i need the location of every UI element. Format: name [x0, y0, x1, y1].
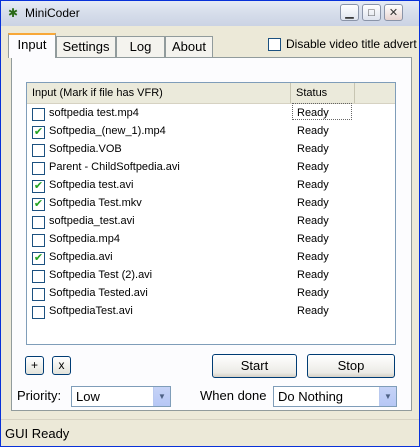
- status-bar: GUI Ready: [1, 419, 419, 447]
- vfr-checkbox[interactable]: [32, 144, 45, 157]
- list-item[interactable]: Softpedia.mp4 Ready: [27, 231, 395, 249]
- priority-value: Low: [76, 389, 100, 404]
- file-status: Ready: [297, 251, 329, 263]
- chevron-down-icon[interactable]: ▼: [153, 387, 170, 406]
- focus-rectangle: [292, 103, 352, 120]
- column-input[interactable]: Input (Mark if file has VFR): [27, 83, 291, 103]
- vfr-checkbox[interactable]: [32, 162, 45, 175]
- minimize-button[interactable]: ▁: [340, 4, 359, 21]
- add-file-button[interactable]: +: [25, 356, 44, 375]
- vfr-checkbox[interactable]: [32, 108, 45, 121]
- file-status: Ready: [297, 269, 329, 281]
- checkmark-icon: ✔: [33, 126, 44, 138]
- start-button[interactable]: Start: [212, 354, 297, 378]
- file-name: softpedia_test.avi: [49, 215, 135, 227]
- list-item[interactable]: ✔ Softpedia.avi Ready: [27, 249, 395, 267]
- file-name: Softpedia test.avi: [49, 179, 134, 191]
- disable-advert-label: Disable video title advert: [286, 37, 417, 51]
- vfr-checkbox[interactable]: [32, 306, 45, 319]
- stop-button[interactable]: Stop: [307, 354, 395, 378]
- file-name: Softpedia Test.mkv: [49, 197, 142, 209]
- tab-input[interactable]: Input: [8, 33, 56, 58]
- column-status[interactable]: Status: [291, 83, 355, 103]
- file-name: softpedia test.mp4: [49, 107, 139, 119]
- list-item[interactable]: Softpedia Test (2).avi Ready: [27, 267, 395, 285]
- file-name: Softpedia.VOB: [49, 143, 122, 155]
- file-name: Softpedia Tested.avi: [49, 287, 148, 299]
- vfr-checkbox[interactable]: [32, 216, 45, 229]
- file-name: SoftpediaTest.avi: [49, 305, 133, 317]
- window-title: MiniCoder: [25, 6, 80, 20]
- tab-log[interactable]: Log: [116, 36, 165, 57]
- tab-about[interactable]: About: [165, 36, 213, 57]
- file-status: Ready: [297, 179, 329, 191]
- list-item[interactable]: Softpedia Tested.avi Ready: [27, 285, 395, 303]
- tab-settings[interactable]: Settings: [56, 36, 116, 57]
- vfr-checkbox[interactable]: ✔: [32, 180, 45, 193]
- vfr-checkbox[interactable]: ✔: [32, 198, 45, 211]
- disable-advert-checkbox[interactable]: [268, 38, 281, 51]
- list-item[interactable]: ✔ Softpedia test.avi Ready: [27, 177, 395, 195]
- when-done-value: Do Nothing: [278, 389, 344, 404]
- vfr-checkbox[interactable]: [32, 234, 45, 247]
- file-status: Ready: [297, 287, 329, 299]
- vfr-checkbox[interactable]: [32, 270, 45, 283]
- remove-file-button[interactable]: x: [52, 356, 71, 375]
- file-name: Softpedia_(new_1).mp4: [49, 125, 166, 137]
- list-header: Input (Mark if file has VFR) Status: [27, 83, 395, 104]
- file-name: Softpedia.avi: [49, 251, 113, 263]
- checkmark-icon: ✔: [33, 198, 44, 210]
- file-status: Ready: [297, 197, 329, 209]
- chevron-down-icon[interactable]: ▼: [379, 387, 396, 406]
- file-name: Softpedia.mp4: [49, 233, 120, 245]
- vfr-checkbox[interactable]: [32, 288, 45, 301]
- file-name: Parent - ChildSoftpedia.avi: [49, 161, 180, 173]
- file-list[interactable]: Input (Mark if file has VFR) Status soft…: [26, 82, 396, 345]
- list-item[interactable]: Parent - ChildSoftpedia.avi Ready: [27, 159, 395, 177]
- file-status: Ready: [297, 143, 329, 155]
- minimize-icon: ▁: [345, 7, 354, 19]
- checkmark-icon: ✔: [33, 180, 44, 192]
- close-button[interactable]: ✕: [384, 4, 403, 21]
- list-item[interactable]: SoftpediaTest.avi Ready: [27, 303, 395, 321]
- maximize-button[interactable]: □: [362, 4, 381, 21]
- file-name: Softpedia Test (2).avi: [49, 269, 153, 281]
- file-status: Ready: [297, 215, 329, 227]
- list-item[interactable]: ✔ Softpedia_(new_1).mp4 Ready: [27, 123, 395, 141]
- file-status: Ready: [297, 125, 329, 137]
- priority-label: Priority:: [17, 388, 62, 403]
- maximize-icon: □: [368, 7, 375, 19]
- priority-select[interactable]: Low ▼: [71, 386, 171, 407]
- file-status: Ready: [297, 233, 329, 245]
- list-item[interactable]: softpedia_test.avi Ready: [27, 213, 395, 231]
- title-bar[interactable]: ✱ MiniCoder ▁ □ ✕: [1, 1, 419, 26]
- main-window: ✱ MiniCoder ▁ □ ✕ Input Settings Log Abo…: [0, 0, 420, 447]
- checkmark-icon: ✔: [33, 252, 44, 264]
- status-text: GUI Ready: [5, 426, 70, 441]
- list-item[interactable]: ✔ Softpedia Test.mkv Ready: [27, 195, 395, 213]
- file-status: Ready: [297, 161, 329, 173]
- list-item[interactable]: Softpedia.VOB Ready: [27, 141, 395, 159]
- minicoder-app-icon[interactable]: ✱: [6, 6, 20, 20]
- when-done-select[interactable]: Do Nothing ▼: [273, 386, 397, 407]
- when-done-label: When done: [200, 388, 267, 403]
- file-status: Ready: [297, 305, 329, 317]
- vfr-checkbox[interactable]: ✔: [32, 126, 45, 139]
- close-icon: ✕: [388, 7, 399, 19]
- vfr-checkbox[interactable]: ✔: [32, 252, 45, 265]
